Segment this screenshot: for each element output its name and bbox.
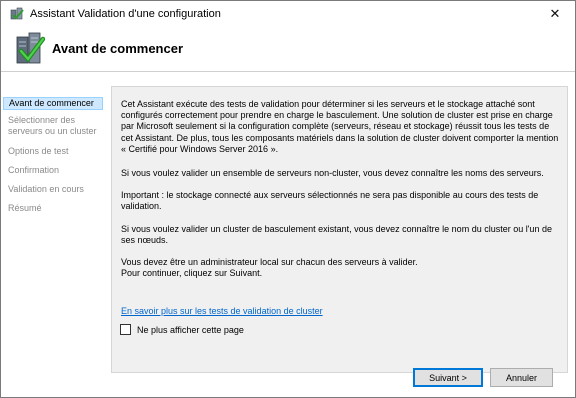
window-title: Assistant Validation d'une configuration — [30, 8, 221, 20]
cancel-button[interactable]: Annuler — [490, 368, 553, 387]
close-button[interactable]: ✕ — [541, 4, 569, 24]
dont-show-again-label: Ne plus afficher cette page — [137, 324, 244, 335]
title-bar: Assistant Validation d'une configuration… — [1, 1, 575, 27]
step-confirmation[interactable]: Confirmation — [3, 165, 103, 176]
step-avant-de-commencer[interactable]: Avant de commencer — [3, 97, 103, 110]
important-paragraph: Important : le stockage connecté aux ser… — [121, 190, 539, 212]
wizard-window: Assistant Validation d'une configuration… — [0, 0, 576, 398]
admin-paragraph: Vous devez être un administrateur local … — [121, 257, 418, 267]
next-button-label: Suivant > — [429, 372, 467, 383]
wizard-content: Cet Assistant exécute des tests de valid… — [111, 86, 568, 373]
close-icon: ✕ — [549, 6, 561, 21]
step-label: Avant de commencer — [9, 98, 94, 108]
continue-paragraph: Pour continuer, cliquez sur Suivant. — [121, 268, 263, 278]
step-options-de-test[interactable]: Options de test — [3, 146, 103, 157]
step-label: Validation en cours — [8, 184, 84, 194]
step-resume[interactable]: Résumé — [3, 203, 103, 214]
wizard-header: Avant de commencer — [1, 27, 575, 71]
intro-paragraph: Cet Assistant exécute des tests de valid… — [121, 99, 559, 154]
page-title: Avant de commencer — [52, 41, 184, 56]
step-selectionner-serveurs[interactable]: Sélectionner des serveurs ou un cluster — [3, 115, 103, 137]
cancel-button-label: Annuler — [505, 372, 538, 383]
header-divider — [1, 71, 575, 72]
cluster-validation-icon — [10, 7, 24, 20]
learn-more-link[interactable]: En savoir plus sur les tests de validati… — [121, 306, 323, 316]
step-label: Sélectionner des serveurs ou un cluster — [8, 115, 97, 136]
step-label: Options de test — [8, 146, 69, 156]
step-validation-en-cours[interactable]: Validation en cours — [3, 184, 103, 195]
step-label: Résumé — [8, 203, 42, 213]
non-cluster-paragraph: Si vous voulez valider un ensemble de se… — [121, 168, 544, 178]
step-label: Confirmation — [8, 165, 60, 175]
dont-show-again-option[interactable]: Ne plus afficher cette page — [120, 323, 244, 336]
next-button[interactable]: Suivant > — [413, 368, 483, 387]
existing-cluster-paragraph: Si vous voulez valider un cluster de bas… — [121, 224, 552, 246]
wizard-steps-nav: Avant de commencer Sélectionner des serv… — [3, 91, 105, 366]
server-checkmark-icon — [16, 32, 45, 64]
dont-show-again-checkbox[interactable] — [120, 324, 131, 335]
